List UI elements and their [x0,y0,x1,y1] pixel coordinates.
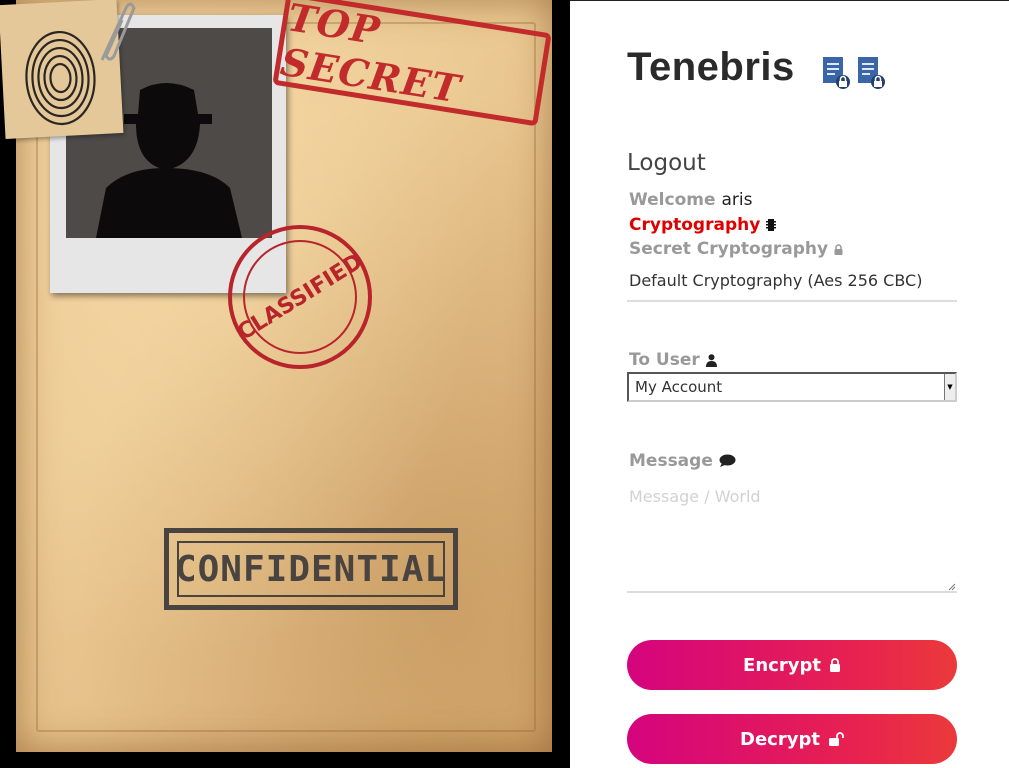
to-user-select[interactable]: My Account ▼ [627,372,957,402]
cryptography-select[interactable]: Default Cryptography (Aes 256 CBC) [629,271,922,290]
to-user-label: To User [629,350,717,370]
unlock-icon [828,732,844,746]
lock-icon [829,658,840,672]
username: aris [721,190,753,210]
user-icon [705,353,717,367]
chevron-down-icon[interactable]: ▼ [944,374,955,400]
divider [627,300,957,302]
confidential-stamp: CONFIDENTIAL [164,528,458,610]
decrypt-button[interactable]: Decrypt [627,714,957,764]
classified-seal: CLASSIFIED [228,225,372,369]
welcome-line: Welcome aris [629,190,752,210]
svg-text:CLASSIFIED: CLASSIFIED [233,249,367,346]
resize-handle-icon[interactable] [946,581,956,591]
dossier-illustration: TOP SECRET CLASSIFIED CONFIDENTIAL [0,0,570,768]
lock-icon [834,243,843,255]
paperclip-icon [100,2,136,61]
encrypt-button[interactable]: Encrypt [627,640,957,690]
welcome-label: Welcome [629,190,716,210]
cryptography-label: Cryptography [629,215,777,235]
message-label: Message [629,451,736,471]
document-lock-icon [823,57,850,89]
logout-link[interactable]: Logout [627,150,706,176]
microchip-icon [766,219,777,231]
crypto-panel: Tenebris Logout Welcome aris Cryptograph… [570,0,1009,768]
secret-cryptography-label: Secret Cryptography [629,239,843,259]
comment-icon [719,454,736,467]
app-title: Tenebris [627,45,795,89]
message-textarea[interactable] [627,485,957,593]
document-lock-icon [858,57,885,89]
